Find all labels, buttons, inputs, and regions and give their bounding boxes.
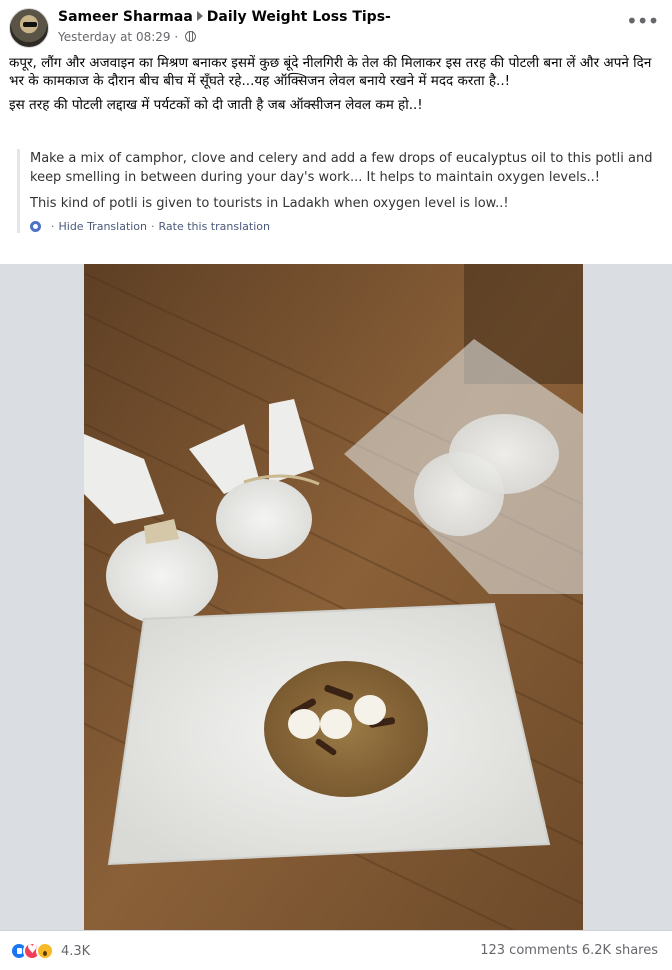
gear-icon	[30, 221, 41, 232]
engagement-stats: 123 comments 6.2K shares	[480, 943, 658, 958]
separator-dot: ·	[151, 220, 155, 233]
author-avatar[interactable]	[9, 8, 49, 48]
triangle-right-icon	[196, 11, 203, 21]
more-options-button[interactable]: •••	[626, 11, 659, 38]
globe-icon	[184, 31, 196, 42]
wow-icon	[36, 942, 54, 960]
post-photo[interactable]	[84, 264, 583, 930]
post-body: कपूर, लौंग और अजवाइन का मिश्रण बनाकर इसम…	[9, 54, 663, 120]
author-line: Sameer Sharmaa Daily Weight Loss Tips-	[58, 9, 391, 25]
separator-dot: ·	[51, 220, 55, 233]
potli-photo-illustration	[84, 264, 583, 930]
shares-count[interactable]: 6.2K shares	[582, 943, 658, 958]
post-timestamp[interactable]: Yesterday at 08:29	[58, 30, 171, 44]
post-meta: Yesterday at 08:29 ·	[58, 30, 196, 44]
translation-paragraph: Make a mix of camphor, clove and celery …	[30, 151, 653, 185]
translation-paragraph: This kind of potli is given to tourists …	[30, 196, 509, 211]
group-name[interactable]: Daily Weight Loss Tips-	[207, 9, 391, 25]
photo-container	[0, 264, 672, 930]
post-paragraph: इस तरह की पोटली लद्दाख में पर्यटकों को द…	[9, 97, 423, 113]
author-name[interactable]: Sameer Sharmaa	[58, 9, 193, 25]
post-header: Sameer Sharmaa Daily Weight Loss Tips- Ye…	[0, 0, 672, 52]
comments-count[interactable]: 123 comments	[480, 943, 577, 958]
hide-translation-link[interactable]: Hide Translation	[59, 220, 148, 233]
translation-links: · Hide Translation · Rate this translati…	[30, 220, 663, 233]
translation-block: Make a mix of camphor, clove and celery …	[17, 149, 663, 233]
post-footer: 4.3K 123 comments 6.2K shares	[0, 930, 672, 970]
post-paragraph: कपूर, लौंग और अजवाइन का मिश्रण बनाकर इसम…	[9, 55, 652, 89]
reactions-summary[interactable]: 4.3K	[10, 942, 90, 960]
rate-translation-link[interactable]: Rate this translation	[159, 220, 270, 233]
reaction-count: 4.3K	[61, 943, 91, 959]
